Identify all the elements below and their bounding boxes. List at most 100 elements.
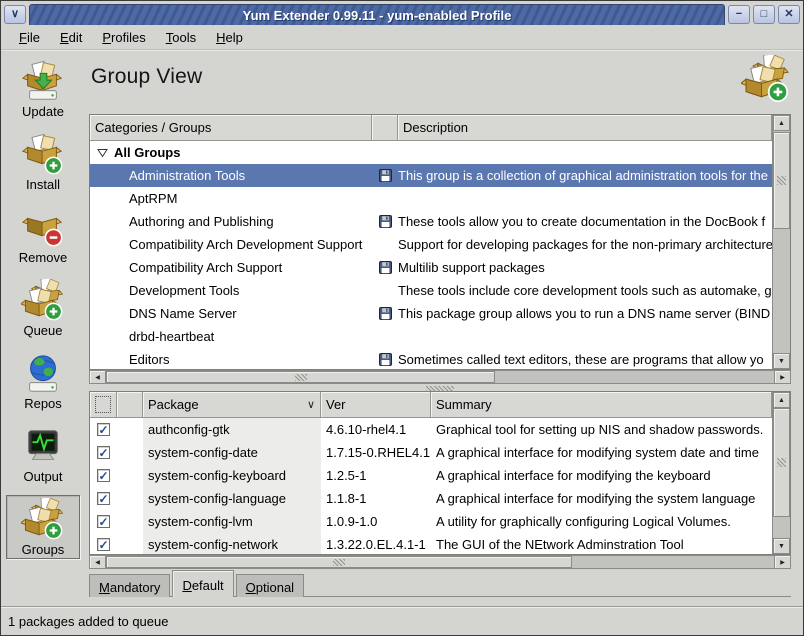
package-row-system-config-language[interactable]: ✓ system-config-language 1.1.8-1 A graph… [90, 487, 772, 510]
group-name: DNS Name Server [90, 306, 372, 321]
sidebar-item-remove[interactable]: Remove [6, 203, 80, 267]
package-ver: 1.7.15-0.RHEL4.1 [321, 441, 431, 464]
group-tree-hscrollbar[interactable]: ◀ ▶ [89, 370, 791, 384]
package-summary: A graphical interface for modifying the … [431, 464, 772, 487]
group-row-editors[interactable]: Editors Sometimes called text editors, t… [90, 348, 772, 369]
menu-help[interactable]: Help [206, 27, 253, 48]
column-header-ver[interactable]: Ver [321, 392, 431, 418]
sort-descending-icon: ∨ [307, 398, 315, 411]
expander-open-icon[interactable] [97, 147, 108, 158]
scroll-up-icon[interactable]: ▲ [773, 115, 790, 131]
window-menu-button[interactable]: ∨ [4, 5, 26, 24]
group-row-compat-arch-dev[interactable]: Compatibility Arch Development Support S… [90, 233, 772, 256]
minimize-icon: − [736, 9, 742, 20]
sidebar-item-groups[interactable]: Groups [6, 495, 80, 559]
minimize-button[interactable]: − [728, 5, 750, 24]
package-name: system-config-date [143, 441, 321, 464]
group-view-icon [741, 55, 791, 105]
scrollbar-thumb[interactable] [773, 408, 790, 517]
sidebar-label: Output [23, 469, 62, 484]
package-row-system-config-date[interactable]: ✓ system-config-date 1.7.15-0.RHEL4.1 A … [90, 441, 772, 464]
sidebar-label: Install [26, 177, 60, 192]
group-name: Compatibility Arch Development Support [90, 237, 372, 252]
package-list-vscrollbar[interactable]: ▲ ▼ [772, 392, 790, 554]
group-name: Development Tools [90, 283, 372, 298]
scrollbar-thumb[interactable] [773, 132, 790, 229]
sidebar-item-update[interactable]: Update [6, 57, 80, 121]
maximize-button[interactable]: □ [753, 5, 775, 24]
package-list-hscrollbar[interactable]: ◀ ▶ [89, 555, 791, 569]
package-ver: 1.0.9-1.0 [321, 510, 431, 533]
menu-edit[interactable]: Edit [50, 27, 92, 48]
group-name: All Groups [114, 145, 180, 160]
package-summary: A utility for graphically configuring Lo… [431, 510, 772, 533]
group-type-tabs: Mandatory Default Optional [89, 570, 306, 597]
group-name: drbd-heartbeat [90, 329, 372, 344]
package-checkbox[interactable]: ✓ [97, 423, 110, 436]
package-checkbox[interactable]: ✓ [97, 538, 110, 551]
scroll-right-icon[interactable]: ▶ [774, 371, 790, 383]
repos-icon [21, 352, 65, 396]
group-row-compat-arch-support[interactable]: Compatibility Arch Support Multilib supp… [90, 256, 772, 279]
statusbar: 1 packages added to queue [1, 606, 803, 635]
menu-profiles[interactable]: Profiles [92, 27, 155, 48]
remove-icon [21, 206, 65, 250]
package-checkbox[interactable]: ✓ [97, 446, 110, 459]
package-ver: 1.1.8-1 [321, 487, 431, 510]
group-row-aptrpm[interactable]: AptRPM [90, 187, 772, 210]
scroll-left-icon[interactable]: ◀ [90, 371, 106, 383]
group-row-authoring-publishing[interactable]: Authoring and Publishing These tools all… [90, 210, 772, 233]
scroll-right-icon[interactable]: ▶ [774, 556, 790, 568]
scroll-down-icon[interactable]: ▼ [773, 353, 790, 369]
tab-default[interactable]: Default [172, 570, 233, 597]
package-row-system-config-keyboard[interactable]: ✓ system-config-keyboard 1.2.5-1 A graph… [90, 464, 772, 487]
check-icon: ✓ [98, 516, 108, 528]
close-button[interactable]: ✕ [778, 5, 800, 24]
scroll-up-icon[interactable]: ▲ [773, 392, 790, 408]
column-header-description[interactable]: Description [398, 115, 772, 141]
package-checkbox[interactable]: ✓ [97, 492, 110, 505]
package-checkbox[interactable]: ✓ [97, 515, 110, 528]
scrollbar-thumb[interactable] [106, 371, 495, 383]
tab-mandatory[interactable]: Mandatory [89, 574, 170, 597]
package-list-pane: Package ∨ Ver Summary ✓ authconfig-gtk 4… [89, 391, 791, 555]
group-name: Compatibility Arch Support [90, 260, 372, 275]
package-row-system-config-network[interactable]: ✓ system-config-network 1.3.22.0.EL.4.1-… [90, 533, 772, 554]
scroll-left-icon[interactable]: ◀ [90, 556, 106, 568]
sidebar-item-output[interactable]: Output [6, 422, 80, 486]
group-row-development-tools[interactable]: Development Tools These tools include co… [90, 279, 772, 302]
sidebar-item-install[interactable]: Install [6, 130, 80, 194]
scroll-down-icon[interactable]: ▼ [773, 538, 790, 554]
main-area: Group View Categories / Groups Descripti… [85, 51, 803, 606]
column-header-categories[interactable]: Categories / Groups [90, 115, 372, 141]
package-name: system-config-keyboard [143, 464, 321, 487]
package-checkbox[interactable]: ✓ [97, 469, 110, 482]
sidebar-item-queue[interactable]: Queue [6, 276, 80, 340]
output-icon [21, 425, 65, 469]
check-icon: ✓ [98, 424, 108, 436]
group-row-drbd-heartbeat[interactable]: drbd-heartbeat [90, 325, 772, 348]
titlebar[interactable]: ∨ Yum Extender 0.99.11 - yum-enabled Pro… [1, 1, 803, 26]
package-rows: ✓ authconfig-gtk 4.6.10-rhel4.1 Graphica… [90, 418, 772, 554]
package-name: system-config-language [143, 487, 321, 510]
sidebar-item-repos[interactable]: Repos [6, 349, 80, 413]
column-header-checkbox[interactable] [90, 392, 117, 418]
sidebar-label: Groups [22, 542, 65, 557]
column-header-package[interactable]: Package ∨ [143, 392, 321, 418]
group-row-all-groups[interactable]: All Groups [90, 141, 772, 164]
group-row-dns-name-server[interactable]: DNS Name Server This package group allow… [90, 302, 772, 325]
group-row-administration-tools[interactable]: Administration Tools This group is a col… [90, 164, 772, 187]
column-header-group-icon[interactable] [372, 115, 398, 141]
column-header-status[interactable] [117, 392, 143, 418]
check-icon: ✓ [98, 470, 108, 482]
column-header-summary[interactable]: Summary [431, 392, 772, 418]
group-tree-rows: All Groups Administration Tools This gro… [90, 141, 772, 369]
groups-icon [21, 498, 65, 542]
tab-optional[interactable]: Optional [236, 574, 304, 597]
package-row-authconfig-gtk[interactable]: ✓ authconfig-gtk 4.6.10-rhel4.1 Graphica… [90, 418, 772, 441]
package-row-system-config-lvm[interactable]: ✓ system-config-lvm 1.0.9-1.0 A utility … [90, 510, 772, 533]
scrollbar-thumb[interactable] [106, 556, 572, 568]
group-tree-vscrollbar[interactable]: ▲ ▼ [772, 115, 790, 369]
menu-file[interactable]: File [9, 27, 50, 48]
menu-tools[interactable]: Tools [156, 27, 206, 48]
